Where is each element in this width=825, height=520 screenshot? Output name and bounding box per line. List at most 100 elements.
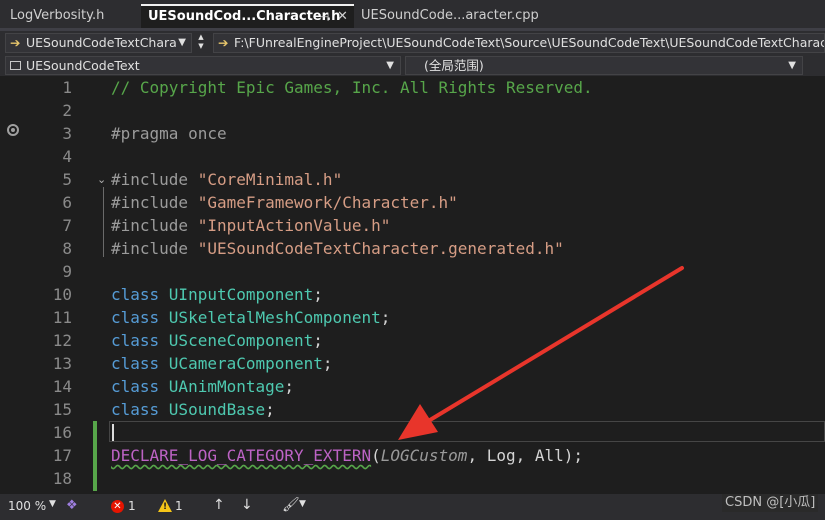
code-text: #pragma once — [111, 122, 227, 145]
code-token: class — [111, 354, 169, 373]
code-token: ; — [380, 308, 391, 327]
class-dropdown[interactable]: ➔ UESoundCodeTextChara ▼ — [5, 33, 192, 53]
document-tab-bar: LogVerbosity.h UESoundCod...Character.h … — [0, 0, 825, 32]
project-dropdown-value: UESoundCodeText — [26, 58, 140, 73]
code-line[interactable]: 3 #pragma once — [0, 122, 825, 145]
code-line[interactable]: 17 DECLARE_LOG_CATEGORY_EXTERN(LOGCustom,… — [0, 444, 825, 467]
code-text: class USceneComponent; — [111, 329, 323, 352]
up-down-spinner[interactable]: ▲ ▼ — [195, 33, 207, 53]
code-token: #include — [111, 216, 198, 235]
code-token: // Copyright Epic Games, Inc. All Rights… — [111, 78, 593, 97]
warning-count[interactable]: 1 — [175, 499, 183, 513]
code-token: "InputActionValue.h" — [197, 216, 391, 235]
code-line[interactable]: 13 class UCameraComponent; — [0, 352, 825, 375]
code-text: #include "UESoundCodeTextCharacter.gener… — [111, 237, 564, 260]
code-line[interactable]: 12 class USceneComponent; — [0, 329, 825, 352]
code-text: // Copyright Epic Games, Inc. All Rights… — [111, 76, 593, 99]
line-number: 5 — [62, 170, 72, 189]
code-text: class USoundBase; — [111, 398, 275, 421]
tab-label: UESoundCod...Character.h — [148, 9, 341, 24]
code-cleanup-icon[interactable]: 🖌 — [282, 497, 300, 513]
file-path-value: F:\FUnrealEngineProject\UESoundCodeText\… — [234, 35, 825, 50]
line-number: 18 — [52, 469, 72, 488]
code-text: class USkeletalMeshComponent; — [111, 306, 390, 329]
code-token: #include — [111, 239, 198, 258]
line-number: 10 — [52, 285, 72, 304]
code-line[interactable]: 8 #include "UESoundCodeTextCharacter.gene… — [0, 237, 825, 260]
code-line[interactable]: 18 — [0, 467, 825, 490]
code-line[interactable]: 14 class UAnimMontage; — [0, 375, 825, 398]
code-text: #include "GameFramework/Character.h" — [111, 191, 458, 214]
code-line[interactable]: 7 #include "InputActionValue.h" — [0, 214, 825, 237]
chevron-down-icon: ▼ — [178, 37, 186, 48]
code-token: class — [111, 400, 169, 419]
line-number: 9 — [62, 262, 72, 281]
intellicode-icon[interactable]: ❖ — [66, 498, 80, 514]
line-number: 17 — [52, 446, 72, 465]
chevron-down-icon: ▼ — [386, 60, 394, 71]
code-token: "GameFramework/Character.h" — [197, 193, 458, 212]
code-token: #pragma once — [111, 124, 227, 143]
project-dropdown[interactable]: UESoundCodeText ▼ — [5, 56, 401, 75]
zoom-level[interactable]: 100 % — [8, 499, 46, 513]
file-path-dropdown[interactable]: ➔ F:\FUnrealEngineProject\UESoundCodeTex… — [213, 33, 825, 53]
code-token: ; — [284, 377, 295, 396]
code-token: , Log, — [467, 446, 535, 465]
chevron-down-icon[interactable]: ▼ — [299, 499, 306, 509]
code-token: DECLARE_LOG_CATEGORY_EXTERN — [111, 446, 372, 465]
code-token: ; — [313, 331, 323, 350]
line-number: 14 — [52, 377, 72, 396]
code-line[interactable]: 16 — [0, 421, 825, 444]
code-line[interactable]: 1 // Copyright Epic Games, Inc. All Right… — [0, 76, 825, 99]
arrow-up-icon[interactable]: ↑ — [213, 497, 225, 513]
error-count[interactable]: 1 — [128, 499, 136, 513]
code-text: class UAnimMontage; — [111, 375, 294, 398]
chevron-down-icon: ▼ — [788, 60, 796, 71]
code-token: USceneComponent — [168, 331, 314, 350]
code-token: #include — [111, 193, 198, 212]
code-token: "CoreMinimal.h" — [197, 170, 343, 189]
code-token: USoundBase — [168, 400, 266, 419]
code-token: UInputComponent — [168, 285, 314, 304]
code-line[interactable]: 11 class USkeletalMeshComponent; — [0, 306, 825, 329]
code-token: ( — [371, 446, 381, 465]
arrow-down-icon[interactable]: ↓ — [241, 497, 253, 513]
fold-chevron-icon[interactable]: ⌄ — [97, 168, 106, 191]
tab-label: UESoundCode...aracter.cpp — [361, 8, 539, 23]
scope-dropdown-value: (全局范围) — [424, 58, 484, 73]
code-line[interactable]: 5 ⌄ #include "CoreMinimal.h" — [0, 168, 825, 191]
scope-dropdown[interactable]: (全局范围) ▼ — [405, 56, 803, 75]
line-number: 8 — [62, 239, 72, 258]
chevron-down-icon[interactable]: ▼ — [49, 499, 56, 509]
line-number: 13 — [52, 354, 72, 373]
code-token: "UESoundCodeTextCharacter.generated.h" — [197, 239, 564, 258]
code-editor[interactable]: 1 // Copyright Epic Games, Inc. All Right… — [0, 76, 825, 494]
code-line[interactable]: 9 — [0, 260, 825, 283]
error-icon[interactable]: ✕ — [111, 500, 124, 513]
close-icon[interactable]: ✕ — [337, 6, 348, 28]
code-line[interactable]: 4 — [0, 145, 825, 168]
code-line[interactable]: 6 #include "GameFramework/Character.h" — [0, 191, 825, 214]
tab-logverbosity[interactable]: LogVerbosity.h — [0, 4, 140, 28]
line-number: 7 — [62, 216, 72, 235]
code-token: ; — [265, 400, 275, 419]
code-text: #include "CoreMinimal.h" — [111, 168, 342, 191]
line-number: 12 — [52, 331, 72, 350]
code-token: ; — [322, 354, 333, 373]
warning-mark: ! — [163, 502, 168, 512]
line-number: 4 — [62, 147, 72, 166]
code-line[interactable]: 2 — [0, 99, 825, 122]
code-line[interactable]: 15 class USoundBase; — [0, 398, 825, 421]
line-number: 3 — [62, 124, 72, 143]
code-token: class — [111, 377, 169, 396]
navigation-bar: ➔ UESoundCodeTextChara ▼ ▲ ▼ ➔ F:\FUnreal… — [0, 31, 825, 55]
pin-icon[interactable]: ⊣ — [319, 6, 329, 28]
code-token: class — [111, 285, 169, 304]
code-token: LOGCustom — [380, 446, 468, 465]
code-line[interactable]: 10 class UInputComponent; — [0, 283, 825, 306]
tab-character-cpp[interactable]: UESoundCode...aracter.cpp — [355, 4, 567, 28]
tab-character-h-active[interactable]: UESoundCod...Character.h ⊣ ✕ — [141, 4, 354, 28]
line-number: 16 — [52, 423, 72, 442]
line-number: 1 — [62, 78, 72, 97]
code-token: UAnimMontage — [168, 377, 285, 396]
